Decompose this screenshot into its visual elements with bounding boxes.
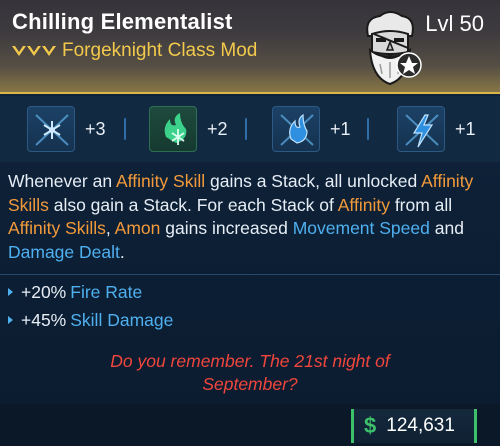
- item-description: Whenever an Affinity Skill gains a Stack…: [8, 170, 492, 264]
- description-text: also gain a Stack. For each Stack of: [48, 194, 338, 215]
- stat-line: +45% Skill Damage: [8, 308, 173, 332]
- description-text: Whenever an: [8, 171, 116, 191]
- bullet-icon: [8, 288, 13, 296]
- item-header: Chilling Elementalist Forgeknight Class …: [0, 0, 500, 94]
- bullet-icon: [8, 316, 13, 324]
- description-text: .: [119, 241, 125, 262]
- description-text: gains a Stack, all unlocked: [205, 171, 422, 191]
- skill-bonus-value: +1: [455, 118, 476, 139]
- stat-label: Fire Rate: [70, 281, 143, 302]
- fire-skill-icon: [272, 106, 320, 152]
- flavor-line-1: Do you remember. The 21st night of: [110, 351, 390, 371]
- stat-list: +20% Fire Rate +45% Skill Damage: [0, 276, 500, 340]
- stat-label: Skill Damage: [70, 309, 174, 330]
- skill-bonus-value: +1: [330, 118, 351, 139]
- separator: [367, 118, 369, 140]
- item-level: Lvl 50: [425, 11, 484, 36]
- item-name: Chilling Elementalist: [12, 9, 233, 34]
- section-divider: [0, 274, 500, 275]
- rarity-row: Forgeknight Class Mod: [12, 40, 257, 62]
- keyword-damage-dealt: Damage Dealt: [8, 241, 120, 262]
- keyword-affinity: Affinity: [337, 194, 390, 215]
- flavor-line-2: September?: [202, 374, 298, 394]
- item-footer: $ 124,631: [0, 404, 500, 446]
- stat-value: +45%: [21, 309, 67, 330]
- cryo-skill-icon: [27, 106, 75, 152]
- keyword-movement-speed: Movement Speed: [292, 218, 430, 238]
- rarity-chevrons-icon: [12, 46, 56, 56]
- flavor-text: Do you remember. The 21st night of Septe…: [0, 350, 500, 396]
- stat-value: +20%: [21, 281, 67, 302]
- keyword-affinity-skill: Affinity Skill: [115, 171, 206, 191]
- skill-bonus-4: +1: [397, 106, 476, 152]
- description-area: Whenever an Affinity Skill gains a Stack…: [0, 162, 500, 274]
- item-type: Forgeknight Class Mod: [62, 40, 258, 61]
- description-text: gains increased: [160, 218, 293, 238]
- description-text: from all: [389, 194, 453, 215]
- dollar-icon: $: [364, 413, 377, 438]
- skill-bonus-row: +3 +2 +1 +1: [0, 96, 500, 162]
- stat-line: +20% Fire Rate: [8, 280, 142, 304]
- item-card: Chilling Elementalist Forgeknight Class …: [0, 0, 500, 446]
- skill-bonus-1: +3: [27, 106, 106, 152]
- skill-bonus-2: +2: [149, 106, 228, 152]
- skill-bonus-value: +2: [207, 118, 228, 139]
- separator: [124, 118, 126, 140]
- cryo-affinity-skill-icon: [149, 106, 197, 152]
- shock-skill-icon: [397, 106, 445, 152]
- price-box: $ 124,631: [351, 409, 477, 443]
- skill-bonus-value: +3: [85, 118, 106, 139]
- item-price: 124,631: [386, 415, 455, 436]
- description-text: ,: [105, 218, 115, 238]
- skill-bonus-3: +1: [272, 106, 351, 152]
- class-badge-icon: [396, 52, 422, 78]
- description-text: and: [429, 218, 464, 238]
- separator: [245, 118, 247, 140]
- keyword-amon: Amon: [114, 218, 161, 238]
- keyword-affinity-skills: Affinity Skills: [8, 218, 106, 238]
